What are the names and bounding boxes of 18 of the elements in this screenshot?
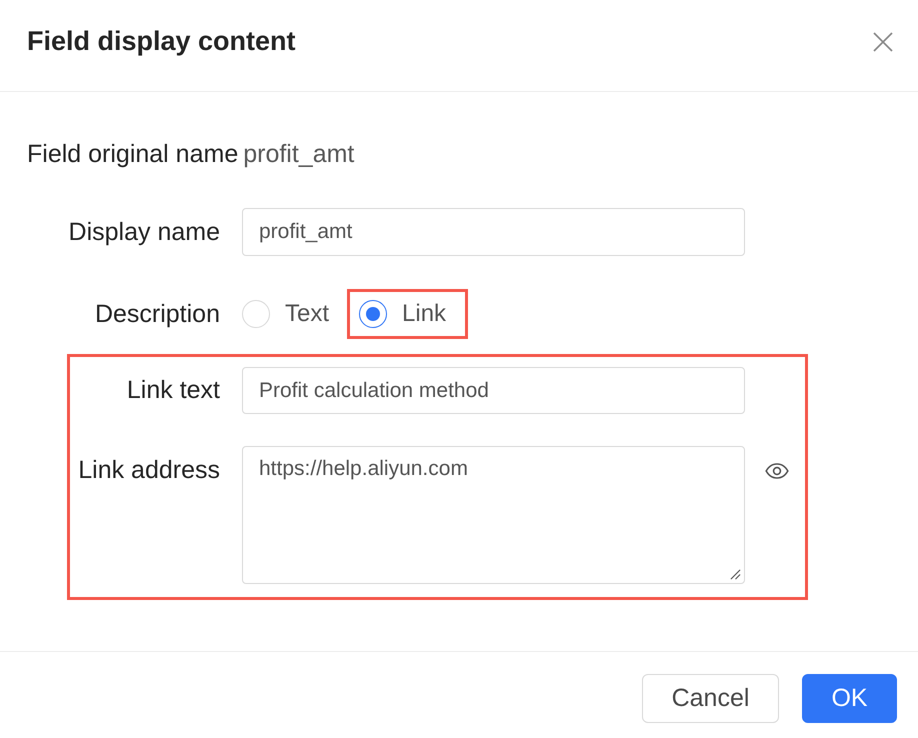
field-label: Link text xyxy=(126,376,220,405)
radio-label[interactable]: Link xyxy=(402,300,446,328)
field-label: Display name xyxy=(68,218,220,246)
field-label: Link address xyxy=(77,455,220,486)
ok-button[interactable]: OK xyxy=(802,674,897,723)
display-name-input[interactable]: profit_amt xyxy=(242,208,745,256)
link-text-input[interactable]: Profit calculation method xyxy=(242,367,745,414)
resize-handle-icon[interactable] xyxy=(730,569,741,580)
field-value: profit_amt xyxy=(243,140,354,168)
close-icon[interactable] xyxy=(873,32,893,52)
field-label: Description xyxy=(94,300,220,328)
cancel-button[interactable]: Cancel xyxy=(642,674,779,723)
dialog-title: Field display content xyxy=(27,26,296,57)
radio-label[interactable]: Text xyxy=(285,300,330,328)
field-label: Field original name xyxy=(27,140,238,168)
link-address-textarea[interactable]: https://help.aliyun.com xyxy=(242,446,745,584)
eye-icon[interactable] xyxy=(765,463,789,479)
radio-button[interactable] xyxy=(359,300,388,328)
